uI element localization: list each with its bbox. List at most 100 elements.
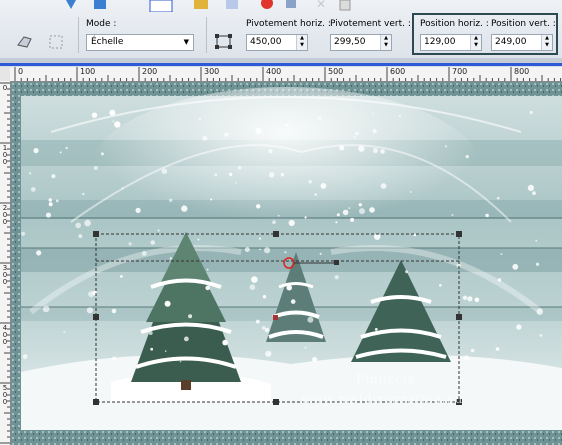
snowflake (358, 145, 365, 152)
snowflake (318, 116, 322, 120)
pos-v-value: 249,00 (495, 37, 527, 47)
ruler-label: 2 0 0 (2, 204, 8, 226)
snowflake (255, 127, 262, 135)
image-canvas[interactable]: Pinuccia www.maldiregrafica.eu (11, 82, 562, 445)
snowflake (280, 172, 285, 177)
settings-doc-icon[interactable] (339, 0, 351, 11)
ruler-label: 800 (514, 67, 530, 76)
pos-v-label: Position vert. : (491, 19, 556, 29)
snowflake (51, 174, 56, 179)
pivot-point[interactable] (273, 315, 278, 320)
snowflake (535, 239, 538, 242)
pivot-h-field[interactable]: 450,00 ▲ ▼ (246, 34, 308, 51)
pause-icon[interactable] (286, 0, 296, 8)
pick-tool-icon[interactable] (17, 36, 32, 48)
ruler-label: 400 (266, 67, 282, 76)
transform-icon[interactable] (214, 33, 234, 51)
snowflake (342, 209, 349, 216)
spin-buttons[interactable]: ▲ ▼ (380, 35, 391, 50)
snowflake (272, 220, 276, 224)
ruler-label: 0 (2, 84, 8, 92)
mode-select[interactable]: Échelle ▼ (86, 34, 194, 51)
stop-icon[interactable] (94, 0, 106, 9)
snowflake (380, 149, 385, 154)
snowflake (157, 229, 160, 232)
horizontal-ruler[interactable]: 0 100 200 300 400 500 600 700 800 (10, 67, 562, 82)
snowflake (75, 222, 81, 229)
spin-buttons[interactable]: ▲ ▼ (296, 35, 307, 50)
snowflake (336, 213, 340, 217)
resize-handle[interactable] (273, 399, 279, 405)
tool-options-toolbar: ✕ Mode : Échelle ▼ Pivotement horiz. : 4… (0, 0, 562, 59)
rotation-arm-handle[interactable] (334, 260, 339, 265)
resize-handle[interactable] (93, 399, 99, 405)
ruler-label: 3 0 0 (2, 264, 8, 286)
snowflake (308, 180, 312, 184)
snowflake (148, 331, 153, 335)
separator (78, 17, 79, 53)
snowflake (268, 149, 273, 154)
snowflake (355, 131, 359, 136)
snowflake (265, 350, 272, 357)
delete-icon[interactable]: ✕ (316, 0, 326, 11)
ruler-label: 5 0 0 (2, 384, 8, 406)
snowflake (184, 336, 189, 342)
snowflake (268, 172, 275, 178)
spin-buttons[interactable]: ▲ ▼ (470, 35, 481, 50)
top-icons-row-2: ✕ (194, 0, 351, 11)
snowflake (259, 237, 262, 240)
ruler-label: 100 (80, 67, 96, 76)
snowflake (259, 248, 261, 251)
snowflake (451, 214, 454, 216)
snowflake (444, 145, 448, 148)
snowflake (59, 151, 62, 154)
snowflake (249, 284, 256, 290)
resize-handle[interactable] (93, 231, 99, 237)
snowflake (286, 284, 293, 291)
pivot-h-label: Pivotement horiz. : (246, 19, 331, 29)
winter-scene-artwork (11, 82, 562, 445)
pivot-v-value: 299,50 (334, 37, 366, 47)
snowflake (372, 147, 379, 154)
snowflake (374, 328, 378, 331)
snowflake (181, 205, 188, 212)
snowflake (93, 166, 98, 170)
snowflake (234, 182, 237, 184)
snowflake (334, 275, 339, 280)
folder-icon[interactable] (194, 0, 208, 9)
list-view-icon[interactable] (149, 0, 173, 12)
pos-v-field[interactable]: 249,00 ▲ ▼ (491, 34, 553, 51)
snowflake (474, 297, 480, 303)
resize-handle[interactable] (93, 314, 99, 320)
resize-handle[interactable] (456, 314, 462, 320)
snowflake (539, 334, 543, 337)
ruler-label: 300 (204, 67, 220, 76)
snowflake (29, 172, 32, 175)
deform-icon[interactable] (49, 35, 63, 49)
snowflake (141, 251, 147, 256)
page-icon[interactable] (226, 0, 238, 9)
record-icon[interactable] (261, 0, 273, 9)
snowflake (150, 240, 156, 245)
pos-h-field[interactable]: 129,00 ▲ ▼ (420, 34, 482, 51)
play-icon[interactable] (66, 0, 76, 9)
resize-handle[interactable] (456, 231, 462, 237)
pos-h-value: 129,00 (424, 37, 456, 47)
snowflake (36, 250, 42, 256)
ruler-label: 700 (452, 67, 468, 76)
snowflake (78, 234, 83, 239)
snowflake (516, 324, 522, 330)
snowflake (82, 192, 85, 196)
mode-label: Mode : (86, 19, 117, 29)
snowflake (256, 204, 261, 209)
snowflake (197, 238, 200, 241)
spin-buttons[interactable]: ▲ ▼ (541, 35, 552, 50)
snowflake (42, 305, 50, 313)
pivot-v-field[interactable]: 299,50 ▲ ▼ (330, 34, 392, 51)
snowflake (261, 326, 266, 330)
vertical-ruler[interactable]: 0 1 0 0 2 0 0 3 0 0 4 0 0 5 0 0 (0, 81, 11, 445)
snowflake (262, 295, 267, 299)
snowflake (48, 202, 53, 207)
resize-handle[interactable] (273, 231, 279, 237)
snowflake (121, 187, 124, 189)
